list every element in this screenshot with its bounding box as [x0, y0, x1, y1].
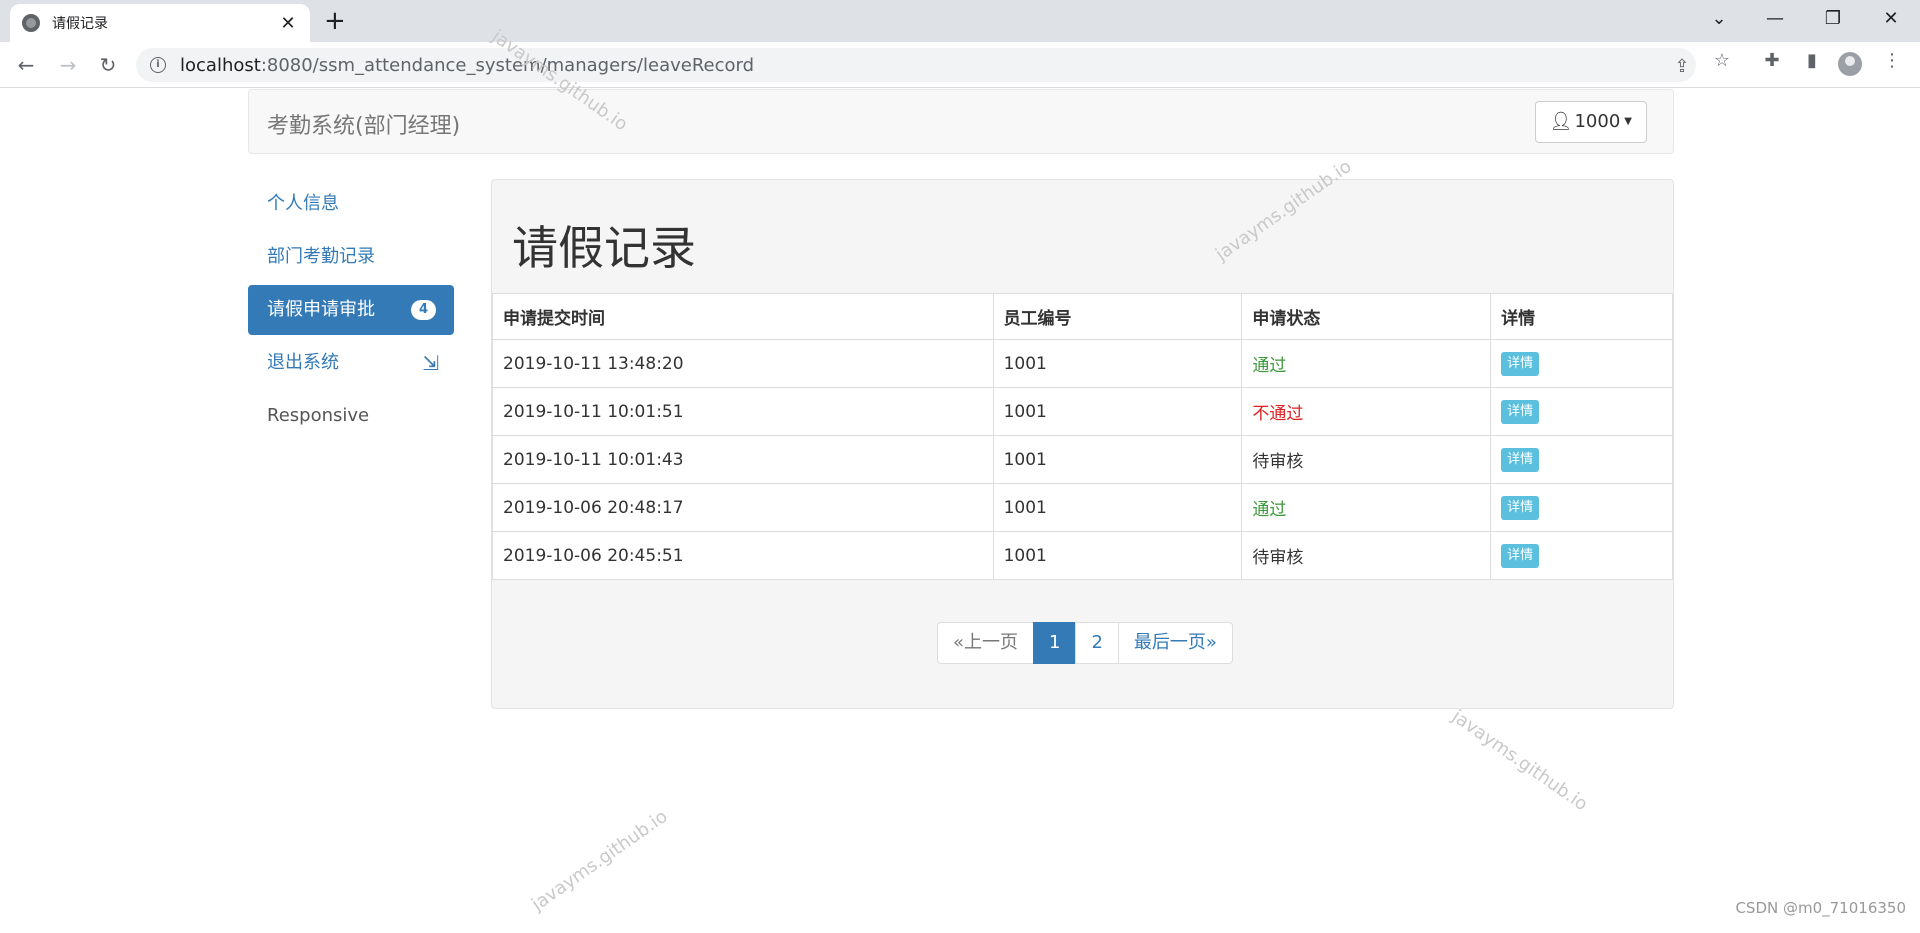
table-row: 2019-10-11 13:48:20 1001 通过 详情	[492, 339, 1673, 388]
browser-tab[interactable]: 请假记录 ✕	[10, 4, 310, 42]
detail-button[interactable]: 详情	[1501, 495, 1540, 520]
table-row: 2019-10-11 10:01:43 1001 待审核 详情	[492, 435, 1673, 484]
page-link-2[interactable]: 2	[1075, 622, 1119, 664]
close-window-icon[interactable]: ✕	[1868, 6, 1914, 32]
detail-cell: 详情	[1490, 435, 1673, 484]
extensions-icon[interactable]: ✚	[1758, 50, 1786, 71]
menu-dots-icon[interactable]: ⋮	[1878, 50, 1906, 71]
detail-cell: 详情	[1490, 339, 1673, 388]
status-cell: 不通过	[1241, 387, 1492, 436]
app-brand[interactable]: 考勤系统(部门经理)	[267, 108, 460, 140]
prev-page-link[interactable]: «上一页	[937, 622, 1035, 664]
csdn-credit: CSDN @m0_71016350	[1735, 899, 1906, 917]
submit-time-cell: 2019-10-06 20:48:17	[492, 483, 994, 532]
detail-cell: 详情	[1490, 531, 1673, 580]
watermark-text: javayms.github.io	[1447, 706, 1592, 816]
sidebar-item-label: 请假申请审批	[267, 299, 375, 320]
app-navbar: 考勤系统(部门经理) 👤︎ 1000 ▼	[248, 89, 1674, 154]
last-page-link[interactable]: 最后一页»	[1117, 622, 1233, 664]
leave-record-table: 申请提交时间 员工编号 申请状态 详情 2019-10-11 13:48:20 …	[492, 293, 1673, 580]
employee-id-cell: 1001	[992, 531, 1243, 580]
sidebar-item-label: Responsive	[267, 405, 370, 426]
table-header-row: 申请提交时间 员工编号 申请状态 详情	[492, 293, 1673, 340]
logout-icon: ⇲	[422, 351, 439, 375]
table-row: 2019-10-11 10:01:51 1001 不通过 详情	[492, 387, 1673, 436]
user-dropdown-button[interactable]: 👤︎ 1000 ▼	[1534, 101, 1647, 143]
back-icon[interactable]: ←	[12, 51, 40, 79]
globe-icon	[22, 14, 40, 32]
tab-title: 请假记录	[52, 16, 108, 32]
employee-id-cell: 1001	[992, 339, 1243, 388]
detail-button[interactable]: 详情	[1501, 351, 1540, 376]
pending-count-badge: 4	[411, 300, 436, 320]
column-header: 员工编号	[992, 293, 1243, 340]
submit-time-cell: 2019-10-06 20:45:51	[492, 531, 994, 580]
minimize-icon[interactable]: —	[1752, 6, 1798, 32]
user-id: 1000	[1574, 111, 1621, 132]
tab-search-icon[interactable]: ⌄	[1696, 6, 1742, 32]
sidebar-item-responsive[interactable]: Responsive	[248, 391, 454, 441]
column-header: 详情	[1490, 293, 1673, 340]
sidebar-nav: 个人信息 部门考勤记录 请假申请审批 4 退出系统 ⇲ Responsive	[248, 179, 454, 444]
employee-id-cell: 1001	[992, 435, 1243, 484]
table-row: 2019-10-06 20:45:51 1001 待审核 详情	[492, 531, 1673, 580]
profile-avatar-icon[interactable]	[1838, 52, 1862, 76]
user-icon: 👤︎	[1549, 111, 1573, 132]
sidebar-item-label: 个人信息	[267, 193, 339, 214]
reload-icon[interactable]: ↻	[94, 51, 122, 79]
detail-cell: 详情	[1490, 483, 1673, 532]
sidebar-item-logout[interactable]: 退出系统 ⇲	[248, 338, 454, 388]
page-title: 请假记录	[512, 221, 696, 275]
forward-icon[interactable]: →	[54, 51, 82, 79]
detail-button[interactable]: 详情	[1501, 543, 1540, 568]
share-icon[interactable]: ⇪	[1670, 56, 1694, 77]
pagination: «上一页 1 2 最后一页»	[937, 622, 1233, 664]
sidebar-item-personal-info[interactable]: 个人信息	[248, 179, 454, 229]
column-header: 申请提交时间	[492, 293, 994, 340]
caret-down-icon: ▼	[1624, 116, 1632, 127]
submit-time-cell: 2019-10-11 10:01:43	[492, 435, 994, 484]
browser-tabstrip: 请假记录 ✕ + ⌄ — ❐ ✕	[0, 0, 1920, 42]
status-cell: 待审核	[1241, 435, 1492, 484]
detail-button[interactable]: 详情	[1501, 447, 1540, 472]
employee-id-cell: 1001	[992, 387, 1243, 436]
sidebar-item-label: 部门考勤记录	[267, 246, 375, 267]
sidebar-item-label: 退出系统	[267, 352, 339, 373]
close-tab-icon[interactable]: ✕	[278, 13, 298, 34]
submit-time-cell: 2019-10-11 10:01:51	[492, 387, 994, 436]
detail-cell: 详情	[1490, 387, 1673, 436]
leave-record-panel: 请假记录 申请提交时间 员工编号 申请状态 详情 2019-10-11 13:4…	[491, 179, 1674, 709]
table-row: 2019-10-06 20:48:17 1001 通过 详情	[492, 483, 1673, 532]
sidebar-item-leave-approval[interactable]: 请假申请审批 4	[248, 285, 454, 335]
employee-id-cell: 1001	[992, 483, 1243, 532]
site-info-icon[interactable]: i	[150, 57, 166, 73]
watermark-text: javayms.github.io	[528, 805, 672, 916]
side-panel-icon[interactable]: ▮	[1798, 50, 1826, 71]
restore-icon[interactable]: ❐	[1810, 6, 1856, 32]
status-cell: 通过	[1241, 483, 1492, 532]
browser-toolbar: ← → ↻ i localhost:8080/ssm_attendance_sy…	[0, 42, 1920, 88]
status-cell: 通过	[1241, 339, 1492, 388]
submit-time-cell: 2019-10-11 13:48:20	[492, 339, 994, 388]
status-cell: 待审核	[1241, 531, 1492, 580]
url-text: localhost:8080/ssm_attendance_system/man…	[180, 54, 755, 76]
sidebar-item-dept-attendance[interactable]: 部门考勤记录	[248, 232, 454, 282]
page-link-1[interactable]: 1	[1033, 622, 1077, 664]
bookmark-star-icon[interactable]: ☆	[1708, 50, 1736, 71]
column-header: 申请状态	[1241, 293, 1492, 340]
detail-button[interactable]: 详情	[1501, 399, 1540, 424]
address-bar[interactable]: i localhost:8080/ssm_attendance_system/m…	[136, 48, 1696, 82]
new-tab-icon[interactable]: +	[324, 8, 346, 34]
